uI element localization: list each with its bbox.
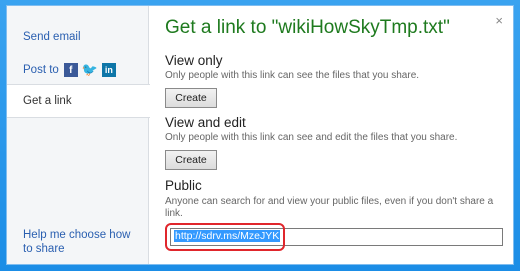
window-frame: Send email Post to f 🐦 in Get a link Hel… xyxy=(0,0,520,271)
view-only-description: Only people with this link can see the f… xyxy=(165,70,420,81)
post-to-label: Post to xyxy=(23,64,59,76)
twitter-icon[interactable]: 🐦 xyxy=(82,62,98,77)
facebook-icon[interactable]: f xyxy=(63,63,78,77)
sidebar-item-get-link[interactable]: Get a link xyxy=(7,84,150,118)
public-description: Anyone can search for and view your publ… xyxy=(165,196,494,219)
share-sidebar: Send email Post to f 🐦 in Get a link Hel… xyxy=(7,6,150,264)
view-edit-description: Only people with this link can see and e… xyxy=(165,132,458,143)
view-edit-heading: View and edit xyxy=(165,115,246,130)
link-highlight-outline xyxy=(165,223,285,251)
main-panel: Get a link to "wikiHowSkyTmp.txt" × View… xyxy=(165,6,513,264)
share-dialog: Send email Post to f 🐦 in Get a link Hel… xyxy=(6,5,514,265)
close-icon[interactable]: × xyxy=(495,13,503,28)
linkedin-icon[interactable]: in xyxy=(101,63,116,77)
sidebar-item-post-to[interactable]: Post to f 🐦 in xyxy=(7,54,149,86)
help-link[interactable]: Help me choose how to share xyxy=(23,228,143,256)
dialog-title: Get a link to "wikiHowSkyTmp.txt" xyxy=(165,17,450,38)
public-heading: Public xyxy=(165,178,202,193)
view-only-heading: View only xyxy=(165,53,223,68)
view-edit-create-button[interactable]: Create xyxy=(165,150,217,170)
view-only-create-button[interactable]: Create xyxy=(165,88,217,108)
sidebar-item-send-email[interactable]: Send email xyxy=(7,23,149,55)
